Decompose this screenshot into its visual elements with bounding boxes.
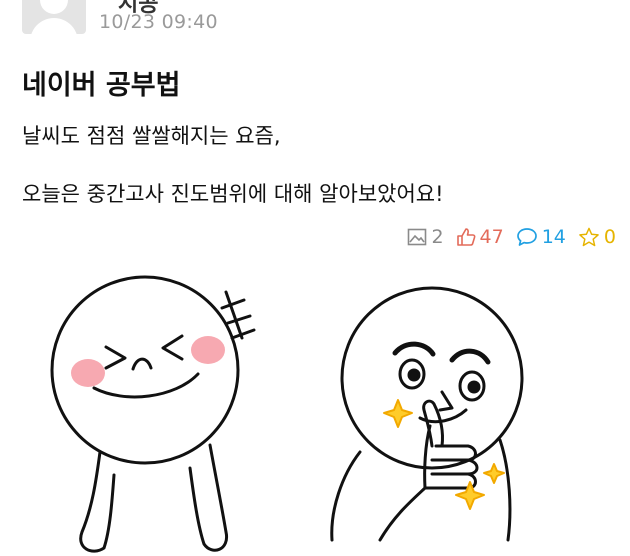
post-paragraph: 오늘은 중간고사 진도범위에 대해 알아보았어요!	[22, 182, 444, 206]
avatar[interactable]	[22, 0, 86, 34]
comment-icon	[516, 228, 537, 246]
image-count-value: 2	[431, 226, 444, 248]
post-image-stickers[interactable]	[0, 270, 630, 556]
avatar-body	[30, 18, 78, 34]
image-count: 2	[407, 226, 444, 248]
image-icon	[408, 228, 427, 246]
post-stats: 2 47 14 0	[395, 226, 616, 248]
comment-count: 14	[541, 226, 566, 248]
laughing-character	[50, 275, 256, 553]
comment-button[interactable]: 14	[516, 226, 566, 248]
post-paragraph: 날씨도 점점 쌀쌀해지는 요즘,	[22, 124, 281, 148]
like-button[interactable]: 47	[456, 226, 504, 248]
thumbs-up-icon	[456, 228, 476, 246]
scrap-button[interactable]: 0	[578, 226, 616, 248]
post-timestamp: 10/23 09:40	[99, 11, 218, 33]
scrap-count: 0	[603, 226, 616, 248]
post-title: 네이버 공부법	[22, 70, 181, 101]
star-icon	[579, 227, 599, 247]
like-count: 47	[479, 226, 504, 248]
avatar-head	[40, 0, 68, 14]
thumbs-up-character	[330, 286, 524, 542]
